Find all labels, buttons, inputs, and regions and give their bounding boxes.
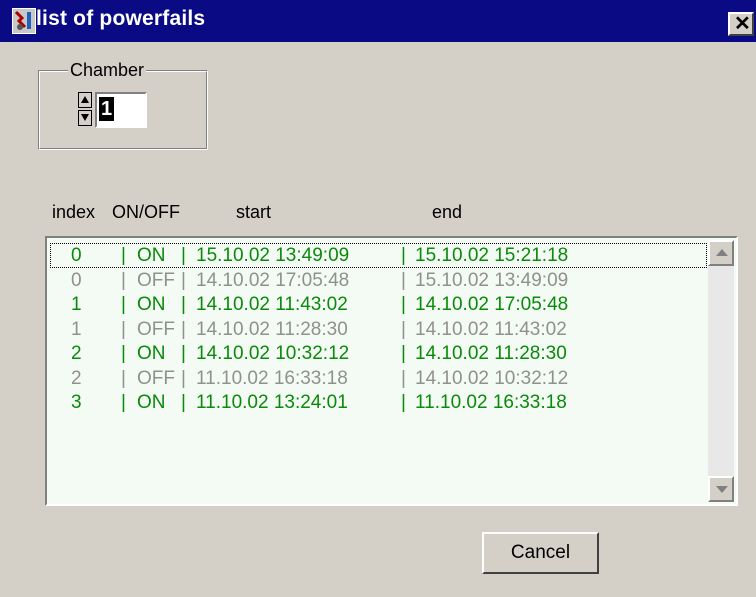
cell-state: OFF (137, 318, 175, 340)
list-item[interactable]: 2 | ON | 14.10.02 10:32:12 | 14.10.02 11:28:30 (51, 342, 706, 365)
cell-sep1: | (121, 245, 126, 266)
app-icon (12, 8, 36, 34)
cell-state: ON (137, 245, 166, 266)
cell-sep1: | (121, 294, 126, 315)
cell-end: 14.10.02 11:28:30 (415, 343, 567, 364)
spin-down-icon[interactable] (78, 110, 92, 126)
vertical-scrollbar[interactable] (708, 240, 734, 502)
cell-start: 15.10.02 13:49:09 (196, 245, 350, 266)
cell-start: 14.10.02 10:32:12 (196, 343, 350, 364)
list-item[interactable]: 0 | ON | 15.10.02 13:49:09 | 15.10.02 15:21:18 (50, 243, 707, 268)
chamber-value: 1 (99, 97, 115, 121)
title-bar: list of powerfails ✕ (0, 0, 756, 42)
cell-sep3: | (401, 343, 406, 364)
column-header-index: index (52, 202, 96, 222)
cell-sep2: | (181, 269, 186, 291)
cell-index: 0 (71, 269, 82, 291)
cell-sep3: | (401, 294, 406, 315)
cell-start: 14.10.02 17:05:48 (196, 269, 350, 291)
cell-sep3: | (401, 367, 406, 389)
cell-sep3: | (401, 392, 406, 413)
cell-start: 11.10.02 13:24:01 (196, 392, 348, 413)
cell-sep2: | (181, 318, 186, 340)
cell-sep3: | (401, 318, 406, 340)
cell-index: 2 (71, 343, 82, 364)
cell-end: 15.10.02 15:21:18 (415, 245, 569, 266)
cell-sep1: | (121, 343, 126, 364)
cell-end: 11.10.02 16:33:18 (415, 392, 567, 413)
cell-state: OFF (137, 367, 175, 389)
cell-start: 14.10.02 11:28:30 (196, 318, 348, 340)
cell-start: 14.10.02 11:43:02 (196, 294, 348, 315)
cell-start: 11.10.02 16:33:18 (196, 367, 348, 389)
cell-end: 14.10.02 11:43:02 (415, 318, 567, 340)
cell-index: 2 (71, 367, 82, 389)
column-header-start: start (236, 202, 272, 222)
cell-sep2: | (181, 392, 186, 413)
cell-sep1: | (121, 269, 126, 291)
chamber-label: Chamber (68, 60, 147, 81)
cell-sep2: | (181, 343, 186, 364)
cell-sep1: | (121, 318, 126, 340)
scroll-down-icon[interactable] (708, 476, 734, 502)
list-item[interactable]: 2 | OFF | 11.10.02 16:33:18 | 14.10.02 10:32:1… (51, 367, 706, 390)
powerfails-list[interactable]: 0 | ON | 15.10.02 13:49:09 | 15.10.02 15:21:18… (45, 236, 738, 506)
close-button[interactable]: ✕ (728, 12, 754, 36)
cell-sep2: | (181, 367, 186, 389)
cell-state: ON (137, 294, 166, 315)
column-header-onoff: ON/OFF (112, 202, 180, 222)
cell-end: 14.10.02 10:32:12 (415, 367, 569, 389)
cell-end: 15.10.02 13:49:09 (415, 269, 569, 291)
cell-state: ON (137, 392, 166, 413)
list-item[interactable]: 1 | OFF | 14.10.02 11:28:30 | 14.10.02 11:43:0… (51, 318, 706, 341)
cell-index: 3 (71, 392, 82, 413)
column-header-end: end (432, 202, 463, 222)
spin-up-icon[interactable] (78, 92, 92, 108)
list-item[interactable]: 1 | ON | 14.10.02 11:43:02 | 14.10.02 17:05:48 (51, 293, 706, 316)
cell-sep1: | (121, 392, 126, 413)
cell-sep3: | (401, 269, 406, 291)
list-content: 0 | ON | 15.10.02 13:49:09 | 15.10.02 15:21:18… (49, 240, 708, 502)
chamber-spinner[interactable] (78, 92, 94, 128)
list-item[interactable]: 3 | ON | 11.10.02 13:24:01 | 11.10.02 16:33:18 (51, 391, 706, 414)
powerfails-dialog: list of powerfails ✕ Chamber 1 index ON/… (0, 0, 756, 597)
cell-state: OFF (137, 269, 175, 291)
close-icon: ✕ (734, 13, 751, 35)
chamber-input[interactable]: 1 (95, 92, 147, 128)
cell-index: 0 (71, 245, 82, 266)
cell-sep1: | (121, 367, 126, 389)
cell-end: 14.10.02 17:05:48 (415, 294, 569, 315)
window-title: list of powerfails (36, 7, 206, 30)
cell-sep3: | (401, 245, 406, 266)
cancel-button[interactable]: Cancel (482, 532, 599, 574)
cell-sep2: | (181, 294, 186, 315)
cell-index: 1 (71, 294, 82, 315)
cell-state: ON (137, 343, 166, 364)
list-item[interactable]: 0 | OFF | 14.10.02 17:05:48 | 15.10.02 13:49:0… (51, 269, 706, 292)
cell-sep2: | (181, 245, 186, 266)
scroll-up-icon[interactable] (708, 240, 734, 266)
cell-index: 1 (71, 318, 82, 340)
